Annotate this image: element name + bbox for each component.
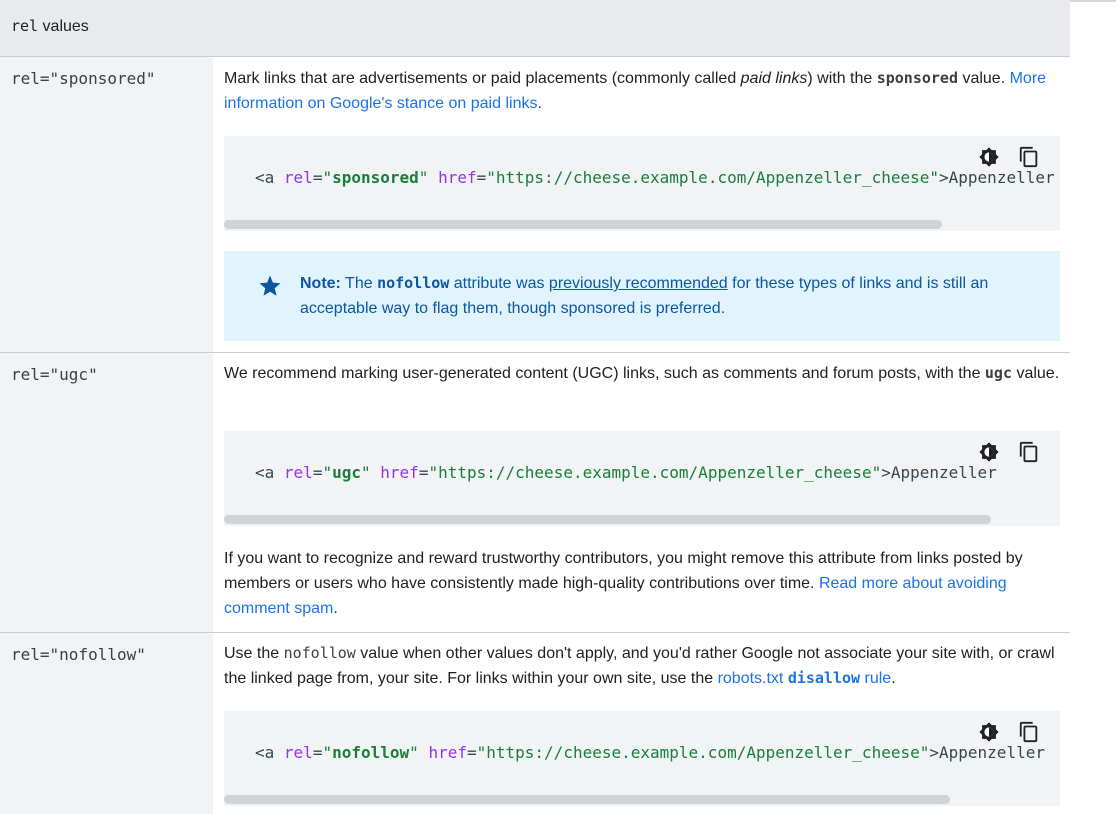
code-line: <a rel="sponsored" href="https://cheese.… bbox=[255, 168, 1055, 187]
robots-disallow-link[interactable]: robots.txt disallow rule bbox=[717, 669, 892, 687]
copy-icon[interactable] bbox=[1018, 146, 1040, 168]
previously-recommended-link[interactable]: previously recommended bbox=[549, 275, 728, 292]
desc-text: . bbox=[333, 600, 338, 617]
copy-icon[interactable] bbox=[1018, 441, 1040, 463]
code-quote: " bbox=[929, 168, 940, 187]
inline-code: nofollow bbox=[283, 644, 356, 662]
table-header: rel values bbox=[0, 0, 1070, 57]
code-line: <a rel="nofollow" href="https://cheese.e… bbox=[255, 743, 1045, 762]
dark-mode-toggle-icon[interactable] bbox=[978, 721, 1000, 743]
rel-values-table: rel values rel="sponsored" Mark links th… bbox=[0, 0, 1070, 814]
link-code: disallow bbox=[787, 669, 861, 687]
desc-text: value. bbox=[1012, 365, 1060, 382]
scrollbar-thumb[interactable] bbox=[224, 515, 991, 524]
code-eq: = bbox=[476, 168, 487, 187]
rel-key: rel="nofollow" bbox=[11, 645, 146, 664]
code-quote: " bbox=[418, 168, 429, 187]
desc-emphasis: paid links bbox=[740, 70, 808, 87]
rel-key: rel="sponsored" bbox=[11, 69, 156, 88]
link-text: robots.txt bbox=[717, 670, 788, 687]
desc-text: Mark links that are advertisements or pa… bbox=[224, 70, 741, 87]
key-cell: rel="sponsored" bbox=[0, 57, 213, 352]
code-rel-value: ugc bbox=[332, 463, 361, 482]
code-attr: href bbox=[380, 463, 419, 482]
note-callout: Note: The nofollow attribute was previou… bbox=[224, 251, 1060, 341]
code-attr: href bbox=[438, 168, 477, 187]
ugc-description: We recommend marking user-generated cont… bbox=[224, 361, 1064, 386]
code-block-sponsored: <a rel="sponsored" href="https://cheese.… bbox=[224, 136, 1060, 231]
code-eq: = bbox=[312, 743, 323, 762]
nofollow-description: Use the nofollow value when other values… bbox=[224, 641, 1064, 691]
code-quote: " bbox=[486, 168, 496, 187]
rel-key: rel="ugc" bbox=[11, 365, 98, 384]
code-rel-value: sponsored bbox=[332, 168, 419, 187]
code-eq: = bbox=[466, 743, 477, 762]
horizontal-scrollbar[interactable] bbox=[224, 512, 1060, 526]
scrollbar-thumb[interactable] bbox=[224, 795, 950, 804]
dark-mode-toggle-icon[interactable] bbox=[978, 146, 1000, 168]
code-block-nofollow: <a rel="nofollow" href="https://cheese.e… bbox=[224, 711, 1060, 806]
inline-code: nofollow bbox=[377, 274, 450, 292]
code-href-value: https://cheese.example.com/Appenzeller_c… bbox=[495, 168, 930, 187]
code-tag: <a bbox=[255, 168, 284, 187]
code-quote: " bbox=[361, 463, 371, 482]
code-attr: rel bbox=[283, 168, 313, 187]
code-tag: <a bbox=[255, 463, 284, 482]
header-code: rel bbox=[11, 17, 39, 35]
code-tools bbox=[978, 441, 1042, 463]
note-text: Note: The nofollow attribute was previou… bbox=[300, 271, 1030, 321]
code-quote: " bbox=[409, 743, 419, 762]
code-block-ugc: <a rel="ugc" href="https://cheese.exampl… bbox=[224, 431, 1060, 526]
code-tail: >Appenzeller bbox=[929, 743, 1045, 762]
dark-mode-toggle-icon[interactable] bbox=[978, 441, 1000, 463]
note-fragment: attribute was bbox=[449, 275, 549, 292]
code-eq: = bbox=[312, 463, 323, 482]
code-quote: " bbox=[428, 463, 439, 482]
key-cell: rel="nofollow" bbox=[0, 633, 213, 814]
code-tag: <a bbox=[255, 743, 284, 762]
code-quote: " bbox=[322, 743, 333, 762]
sponsored-description: Mark links that are advertisements or pa… bbox=[224, 66, 1064, 116]
horizontal-scrollbar[interactable] bbox=[224, 792, 1060, 806]
code-href-value: https://cheese.example.com/Appenzeller_c… bbox=[438, 463, 872, 482]
code-rel-value: nofollow bbox=[332, 743, 410, 762]
inline-code: ugc bbox=[984, 364, 1012, 382]
key-cell: rel="ugc" bbox=[0, 353, 213, 632]
code-attr: href bbox=[428, 743, 467, 762]
code-tail: >Appenzeller bbox=[881, 463, 997, 482]
code-eq: = bbox=[312, 168, 323, 187]
header-text: values bbox=[42, 18, 89, 35]
code-quote: " bbox=[322, 463, 333, 482]
copy-icon[interactable] bbox=[1018, 721, 1040, 743]
note-fragment: The bbox=[340, 275, 378, 292]
star-icon bbox=[259, 275, 281, 296]
ugc-after-text: If you want to recognize and reward trus… bbox=[224, 546, 1064, 621]
table-header-title: rel values bbox=[11, 17, 89, 36]
desc-text: We recommend marking user-generated cont… bbox=[224, 365, 985, 382]
desc-text: . bbox=[891, 670, 896, 687]
inline-code: sponsored bbox=[876, 69, 958, 87]
code-attr: rel bbox=[283, 743, 313, 762]
code-attr: rel bbox=[283, 463, 313, 482]
scrollbar-thumb[interactable] bbox=[224, 220, 942, 229]
note-label: Note: bbox=[300, 275, 341, 292]
desc-text: value. bbox=[958, 70, 1010, 87]
code-quote: " bbox=[322, 168, 333, 187]
code-tools bbox=[978, 721, 1042, 743]
code-line: <a rel="ugc" href="https://cheese.exampl… bbox=[255, 463, 997, 482]
desc-text: ) with the bbox=[807, 70, 877, 87]
link-text: rule bbox=[860, 670, 892, 687]
code-href-value: https://cheese.example.com/Appenzeller_c… bbox=[486, 743, 920, 762]
desc-text: Use the bbox=[224, 645, 284, 662]
code-eq: = bbox=[418, 463, 429, 482]
horizontal-scrollbar[interactable] bbox=[224, 217, 1060, 231]
code-quote: " bbox=[871, 463, 882, 482]
desc-text: . bbox=[537, 95, 542, 112]
code-quote: " bbox=[476, 743, 487, 762]
code-tools bbox=[978, 146, 1042, 168]
code-quote: " bbox=[919, 743, 930, 762]
code-tail: >Appenzeller bbox=[939, 168, 1055, 187]
